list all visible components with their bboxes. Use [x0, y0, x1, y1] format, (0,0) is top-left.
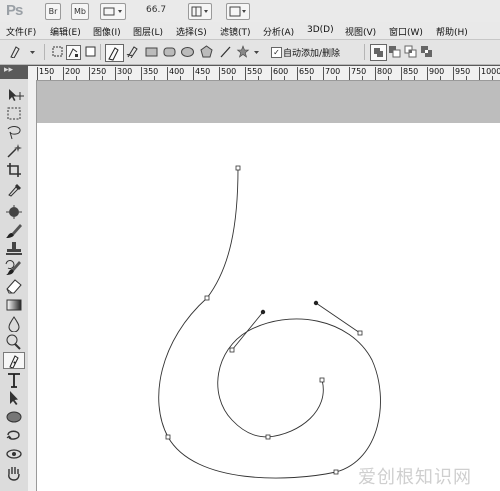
spiral-path[interactable] [158, 167, 381, 479]
anchor-point[interactable] [229, 347, 235, 353]
watermark-text: 爱创根知识网 [358, 467, 472, 488]
anchor-point[interactable] [357, 330, 363, 336]
anchor-point[interactable] [333, 469, 339, 475]
anchor-point[interactable] [319, 377, 325, 383]
anchor-point[interactable] [204, 295, 210, 301]
direction-handle-line [231, 311, 264, 351]
direction-handle-line [315, 302, 361, 334]
anchor-point[interactable] [235, 165, 241, 171]
anchor-point[interactable] [165, 434, 171, 440]
direction-point[interactable] [313, 300, 319, 306]
direction-point[interactable] [260, 309, 266, 315]
anchor-point[interactable] [265, 434, 271, 440]
path-overlay [158, 165, 381, 479]
